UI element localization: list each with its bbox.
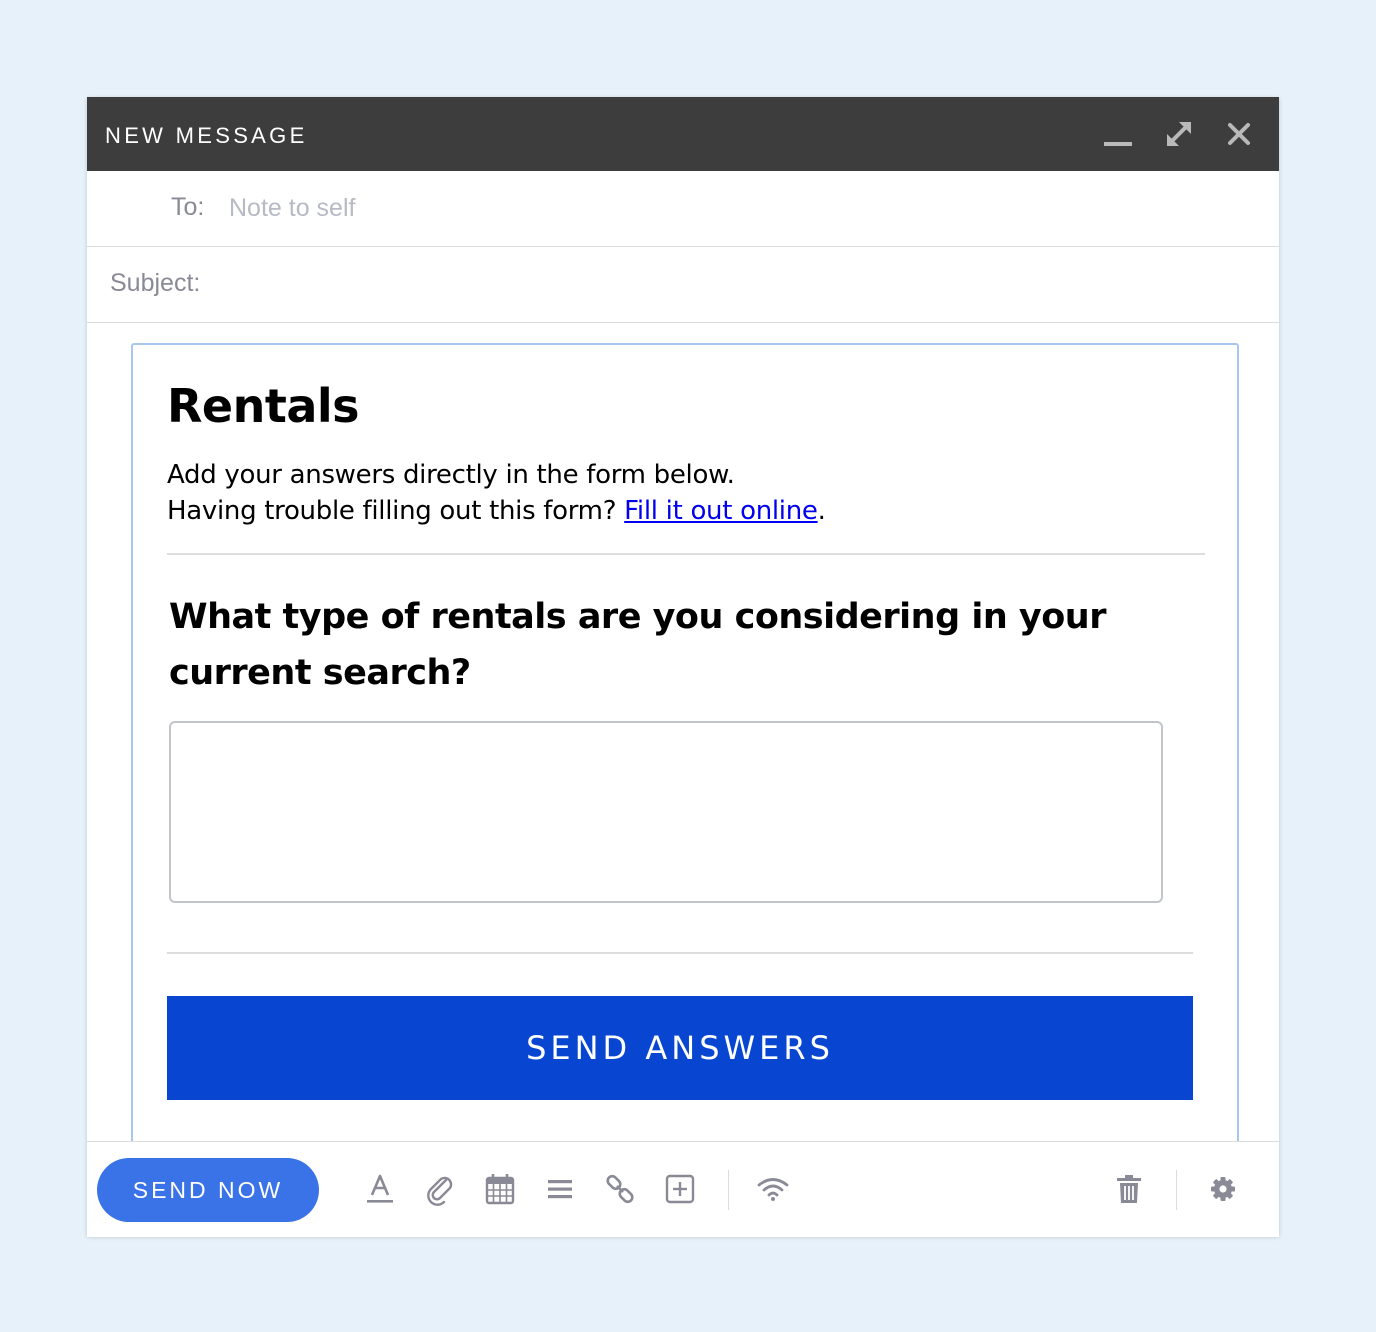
subject-field[interactable] <box>217 263 1221 305</box>
send-answers-button[interactable]: SEND ANSWERS <box>167 996 1193 1100</box>
text-format-icon[interactable] <box>363 1172 397 1206</box>
expand-icon[interactable] <box>1162 117 1196 151</box>
intro-line-2: Having trouble filling out this form? Fi… <box>167 493 826 529</box>
divider <box>167 553 1205 555</box>
subject-label: Subject: <box>110 269 201 297</box>
add-icon[interactable] <box>663 1172 697 1206</box>
window-title: NEW MESSAGE <box>105 123 308 148</box>
close-icon[interactable] <box>1222 117 1256 151</box>
form-intro: Add your answers directly in the form be… <box>167 457 826 529</box>
title-bar: NEW MESSAGE <box>87 97 1279 171</box>
wifi-icon[interactable] <box>756 1172 790 1206</box>
intro-line-2-prefix: Having trouble filling out this form? <box>167 496 625 526</box>
subject-row: Subject: <box>87 247 1279 323</box>
calendar-icon[interactable] <box>483 1172 517 1206</box>
trash-icon[interactable] <box>1112 1172 1146 1206</box>
answer-field[interactable] <box>169 721 1163 903</box>
list-icon[interactable] <box>543 1172 577 1206</box>
fill-online-link[interactable]: Fill it out online <box>624 496 818 526</box>
divider <box>167 952 1193 954</box>
minimize-icon[interactable] <box>1101 117 1135 151</box>
to-label: To: <box>171 193 205 221</box>
toolbar-separator <box>728 1170 729 1210</box>
form-title: Rentals <box>167 379 360 433</box>
attachment-icon[interactable] <box>424 1172 458 1206</box>
compose-toolbar: SEND NOW <box>87 1141 1279 1237</box>
intro-line-2-suffix: . <box>817 496 826 526</box>
gear-icon[interactable] <box>1206 1172 1240 1206</box>
send-now-button[interactable]: SEND NOW <box>97 1158 319 1222</box>
toolbar-separator <box>1176 1170 1177 1210</box>
intro-line-1: Add your answers directly in the form be… <box>167 460 735 490</box>
message-body[interactable]: Rentals Add your answers directly in the… <box>131 343 1239 1145</box>
form-question: What type of rentals are you considering… <box>169 597 1106 693</box>
to-field[interactable] <box>227 187 1131 229</box>
link-icon[interactable] <box>603 1172 637 1206</box>
to-row: To: <box>87 171 1279 247</box>
compose-window: NEW MESSAGE To: Subject: <box>87 97 1279 1237</box>
